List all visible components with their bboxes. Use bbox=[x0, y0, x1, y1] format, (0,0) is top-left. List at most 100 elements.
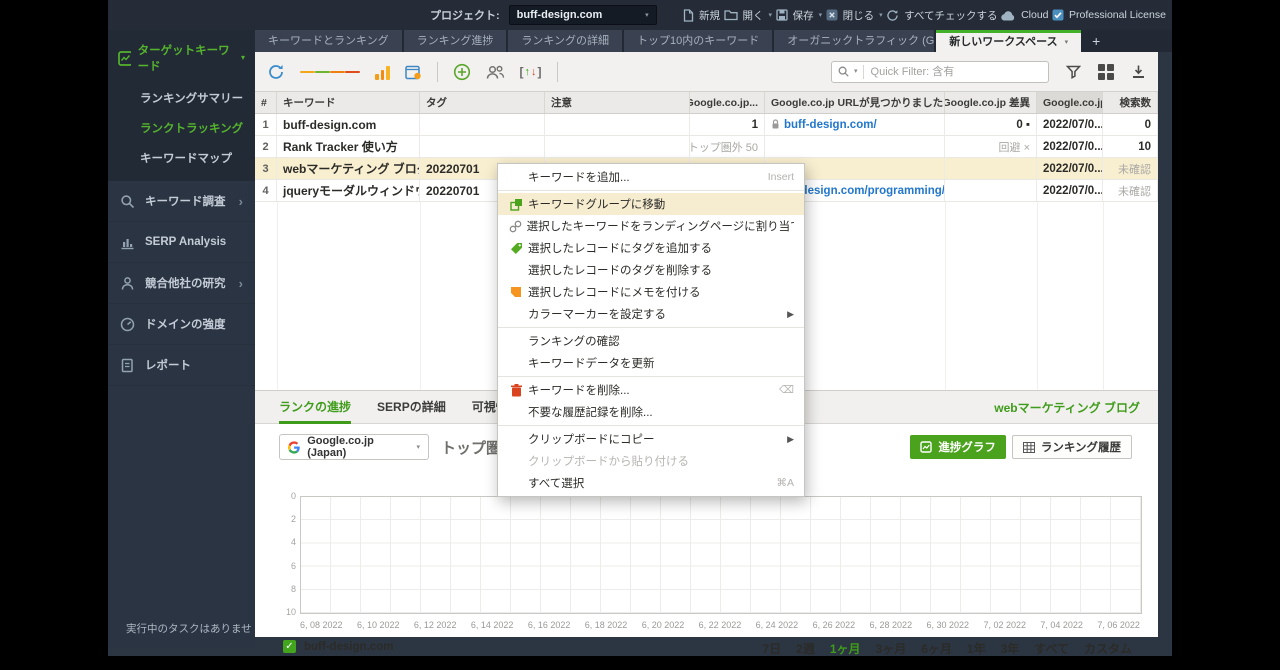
sidebar-item-competitor-research[interactable]: 競合他社の研究 › bbox=[108, 263, 255, 304]
column-header-search-volume[interactable]: 検索数 bbox=[1103, 92, 1158, 113]
download-icon[interactable] bbox=[1131, 64, 1146, 79]
column-header-keyword[interactable]: キーワード bbox=[277, 92, 420, 113]
new-button[interactable]: 新規 bbox=[682, 8, 720, 23]
sidebar-item-ranking-summary[interactable]: ランキングサマリー bbox=[108, 83, 255, 113]
menu-item-update-keyword-data[interactable]: キーワードデータを更新 bbox=[498, 352, 804, 374]
result-url-link[interactable]: buff-design.com/ bbox=[784, 119, 877, 131]
menu-item-delete-history[interactable]: 不要な履歴記録を削除... bbox=[498, 401, 804, 423]
tab-serp-details[interactable]: SERPの詳細 bbox=[377, 391, 446, 424]
sidebar-item-target-keywords[interactable]: ターゲットキーワード ▾ bbox=[108, 34, 255, 83]
tab-rank-progress[interactable]: ランクの進捗 bbox=[279, 391, 352, 424]
add-keyword-icon[interactable] bbox=[453, 63, 471, 81]
x-axis-tick: 6, 24 2022 bbox=[755, 620, 799, 630]
menu-item-copy-to-clipboard[interactable]: クリップボードにコピー ▶ bbox=[498, 428, 804, 450]
search-icon bbox=[838, 66, 849, 77]
tab-top10-keywords[interactable]: トップ10内のキーワード bbox=[624, 30, 773, 52]
menu-item-add-keyword[interactable]: キーワードを追加... Insert bbox=[498, 166, 804, 188]
range-1m[interactable]: 1ヶ月 bbox=[830, 640, 861, 657]
sidebar-item-keyword-research[interactable]: キーワード調査 › bbox=[108, 181, 255, 222]
ranking-data-icon[interactable] bbox=[375, 64, 390, 80]
quick-filter-input[interactable] bbox=[868, 64, 1042, 79]
table-icon bbox=[1022, 441, 1035, 453]
legend-checkbox[interactable]: ✓ bbox=[283, 640, 296, 653]
menu-item-check-rankings[interactable]: ランキングの確認 bbox=[498, 330, 804, 352]
menu-item-select-all[interactable]: すべて選択 ⌘A bbox=[498, 472, 804, 494]
close-button[interactable]: 閉じる ▾ bbox=[826, 8, 883, 23]
range-6m[interactable]: 6ヶ月 bbox=[921, 640, 952, 657]
range-2w[interactable]: 2週 bbox=[796, 640, 815, 657]
link-icon bbox=[506, 220, 525, 233]
range-3y[interactable]: 3年 bbox=[1001, 640, 1020, 657]
progress-graph-label: 進捗グラフ bbox=[938, 442, 996, 454]
column-header-rank[interactable]: Google.co.jp... bbox=[690, 92, 765, 113]
filter-icon[interactable] bbox=[1066, 65, 1081, 79]
x-axis-tick: 6, 28 2022 bbox=[869, 620, 913, 630]
cell-difference[interactable]: 回避 × bbox=[945, 136, 1037, 157]
submenu-arrow-icon: ▶ bbox=[787, 308, 794, 319]
menu-item-remove-tags[interactable]: 選択したレコードのタグを削除する bbox=[498, 259, 804, 281]
ranking-history-button[interactable]: ランキング履歴 bbox=[1011, 435, 1132, 459]
import-export-icon[interactable]: [↑ ↓] bbox=[520, 65, 542, 79]
quick-filter-box[interactable]: ▾ bbox=[831, 60, 1049, 83]
range-custom[interactable]: カスタム bbox=[1084, 640, 1132, 657]
menu-item-move-to-group[interactable]: キーワードグループに移動 bbox=[498, 193, 804, 215]
tab-keywords-rankings[interactable]: キーワードとランキング bbox=[255, 30, 402, 52]
column-header-index[interactable]: # bbox=[255, 92, 277, 113]
menu-item-assign-landing-page[interactable]: 選択したキーワードをランディングページに割り当てる bbox=[498, 215, 804, 237]
cell-note bbox=[545, 136, 690, 157]
tab-new-workspace-label: 新しいワークスペース bbox=[949, 36, 1058, 48]
column-header-difference[interactable]: Google.co.jp 差異 bbox=[945, 92, 1037, 113]
range-3m[interactable]: 3ヶ月 bbox=[876, 640, 907, 657]
check-all-button[interactable]: すべてチェックする bbox=[886, 8, 998, 23]
cell-url[interactable]: buff-design.com/ bbox=[765, 114, 945, 135]
range-7d[interactable]: 7日 bbox=[762, 640, 781, 657]
column-header-url-found[interactable]: Google.co.jp URLが見つかりました bbox=[765, 92, 945, 113]
x-axis-tick: 6, 20 2022 bbox=[641, 620, 685, 630]
save-icon bbox=[775, 9, 788, 21]
open-button[interactable]: 開く ▾ bbox=[723, 8, 772, 23]
menu-item-paste-from-clipboard: クリップボードから貼り付ける bbox=[498, 450, 804, 472]
range-1y[interactable]: 1年 bbox=[967, 640, 986, 657]
table-row[interactable]: 1 buff-design.com 1 buff-design.com/ 0 ▪… bbox=[255, 114, 1158, 136]
menu-item-set-color-marker[interactable]: カラーマーカーを設定する ▶ bbox=[498, 303, 804, 325]
task-status-text: 実行中のタスクはありません bbox=[126, 623, 251, 635]
tab-ranking-details[interactable]: ランキングの詳細 bbox=[508, 30, 623, 52]
project-selector[interactable]: buff-design.com ▾ bbox=[508, 5, 657, 25]
menu-item-delete-keywords[interactable]: キーワードを削除... ⌫ bbox=[498, 379, 804, 401]
range-all[interactable]: すべて bbox=[1034, 640, 1069, 657]
keyword-groups-icon[interactable] bbox=[300, 69, 360, 74]
sidebar-item-serp-analysis[interactable]: SERP Analysis bbox=[108, 222, 255, 263]
add-workspace-button[interactable]: + bbox=[1083, 30, 1109, 52]
schedule-icon[interactable] bbox=[404, 64, 422, 80]
time-range-selector: 7日 2週 1ヶ月 3ヶ月 6ヶ月 1年 3年 すべて カスタム bbox=[762, 640, 1132, 657]
progress-graph-button[interactable]: 進捗グラフ bbox=[910, 435, 1006, 459]
columns-layout-icon[interactable] bbox=[1098, 63, 1114, 80]
cell-url bbox=[765, 136, 945, 157]
table-toolbar: [↑ ↓] ▾ bbox=[255, 52, 1158, 92]
sidebar-item-reports[interactable]: レポート bbox=[108, 345, 255, 386]
menu-item-add-tags[interactable]: 選択したレコードにタグを追加する bbox=[498, 237, 804, 259]
cell-rank: 1 bbox=[690, 114, 765, 135]
sidebar-item-keyword-map[interactable]: キーワードマップ bbox=[108, 143, 255, 173]
competitors-icon[interactable] bbox=[486, 64, 505, 80]
engine-selector-value: Google.co.jp (Japan) bbox=[307, 435, 374, 459]
menu-item-label: 選択したキーワードをランディングページに割り当てる bbox=[526, 221, 794, 233]
sidebar-item-rank-tracking[interactable]: ランクトラッキング bbox=[108, 113, 255, 143]
tab-ranking-progress[interactable]: ランキング進捗 bbox=[403, 30, 507, 52]
search-engine-selector[interactable]: Google.co.jp (Japan) ▾ bbox=[279, 434, 429, 460]
license-button[interactable]: Professional License bbox=[1052, 9, 1166, 21]
refresh-rankings-icon[interactable] bbox=[267, 63, 285, 81]
cell-difference bbox=[945, 180, 1037, 201]
column-header-tags[interactable]: タグ bbox=[420, 92, 545, 113]
save-button[interactable]: 保存 ▾ bbox=[775, 8, 822, 23]
cloud-button[interactable]: Cloud bbox=[1001, 9, 1049, 21]
tab-organic-traffic[interactable]: オーガニックトラフィック (Google A... bbox=[774, 30, 935, 52]
table-row[interactable]: 2 Rank Tracker 使い方 トップ圏外 50 回避 × 2022/07… bbox=[255, 136, 1158, 158]
sidebar-item-domain-strength[interactable]: ドメインの強度 bbox=[108, 304, 255, 345]
menu-item-add-note[interactable]: 選択したレコードにメモを付ける bbox=[498, 281, 804, 303]
column-header-date-sorted[interactable]: Google.co.jp... ▲ bbox=[1037, 92, 1103, 113]
quick-filter-area: ▾ bbox=[831, 60, 1146, 83]
menu-item-label: 選択したレコードにメモを付ける bbox=[528, 287, 701, 299]
column-header-notes[interactable]: 注意 bbox=[545, 92, 690, 113]
tab-new-workspace[interactable]: 新しいワークスペース ▾ bbox=[936, 30, 1082, 52]
